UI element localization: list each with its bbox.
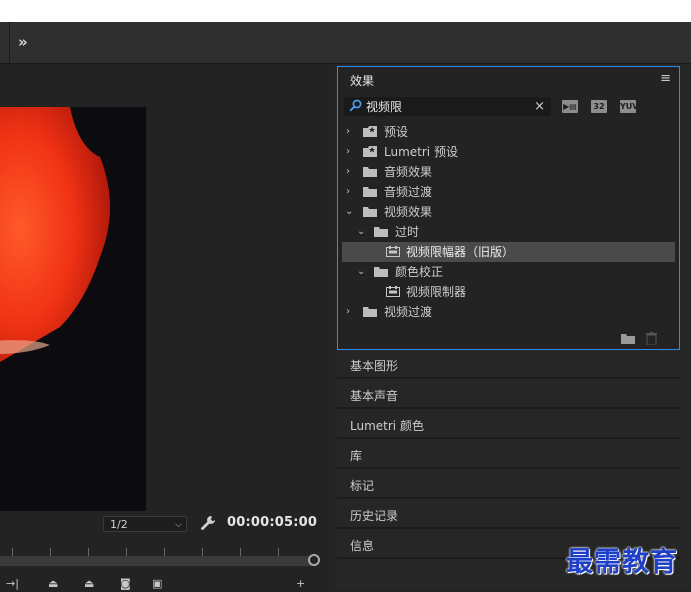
panel-tab-label: 历史记录 bbox=[350, 509, 399, 523]
ruler-track bbox=[0, 556, 312, 566]
duration-timecode: 00:00:05:00 bbox=[227, 515, 318, 530]
panel-tab-label: 基本图形 bbox=[350, 359, 399, 373]
playhead-end-handle[interactable] bbox=[308, 554, 320, 566]
watermark-logo: 最需教育 bbox=[566, 547, 678, 578]
chevron-right-icon[interactable]: › bbox=[346, 162, 350, 182]
clear-search-icon[interactable]: × bbox=[534, 98, 545, 115]
accelerated-effects-icon[interactable]: ▶▤ bbox=[562, 100, 578, 113]
effects-panel-title: 效果 bbox=[350, 74, 375, 88]
chevron-right-icon[interactable]: › bbox=[346, 182, 350, 202]
panel-tab-label: 库 bbox=[350, 449, 363, 463]
tree-item-audio-transitions[interactable]: › 音频过渡 bbox=[342, 182, 675, 202]
step-forward-icon[interactable]: →| bbox=[6, 578, 19, 590]
monitor-timeline-ruler[interactable] bbox=[0, 540, 320, 570]
new-bin-icon[interactable] bbox=[621, 333, 635, 344]
tree-item-video-limiter[interactable]: 视频限制器 bbox=[342, 282, 675, 302]
program-monitor: 1/2 ⌵ 00:00:05:00 →| ⏏ ⏏ ◙ ▣ + bbox=[0, 64, 333, 590]
panel-tab-lumetri-color[interactable]: Lumetri 颜色 bbox=[337, 411, 680, 439]
effects-panel: 效果 ≡ × ▶▤ 32 YUV › 预设 › Lumetri 预设 › 音频效… bbox=[337, 66, 680, 350]
folder-icon bbox=[363, 187, 377, 197]
playback-resolution-select[interactable]: 1/2 ⌵ bbox=[103, 516, 187, 532]
tree-item-presets[interactable]: › 预设 bbox=[342, 122, 675, 142]
effect-icon bbox=[386, 286, 400, 297]
panel-tab-essential-graphics[interactable]: 基本图形 bbox=[337, 351, 680, 379]
chevron-right-icon[interactable]: › bbox=[346, 142, 350, 162]
trash-icon[interactable] bbox=[646, 332, 657, 345]
tree-item-video-effects[interactable]: ⌄ 视频效果 bbox=[342, 202, 675, 222]
folder-icon bbox=[363, 307, 377, 317]
folder-icon bbox=[363, 167, 377, 177]
chevron-down-icon[interactable]: ⌄ bbox=[345, 202, 353, 222]
chevron-down-icon[interactable]: ⌄ bbox=[357, 222, 365, 242]
workspace-toolbar: » bbox=[0, 22, 691, 64]
tree-item-label: 视频限制器 bbox=[406, 285, 467, 299]
preset-folder-icon bbox=[363, 126, 377, 137]
tree-item-lumetri-presets[interactable]: › Lumetri 预设 bbox=[342, 142, 675, 162]
tree-item-label: 音频过渡 bbox=[384, 185, 433, 199]
effect-icon bbox=[386, 246, 400, 257]
tree-item-label: 视频过渡 bbox=[384, 305, 433, 319]
panel-tab-essential-sound[interactable]: 基本声音 bbox=[337, 381, 680, 409]
tree-item-label: 过时 bbox=[395, 225, 420, 239]
tree-item-label: 视频限幅器（旧版） bbox=[406, 245, 515, 259]
panel-tab-markers[interactable]: 标记 bbox=[337, 471, 680, 499]
lantern-image bbox=[0, 107, 110, 362]
tree-item-audio-effects[interactable]: › 音频效果 bbox=[342, 162, 675, 182]
chevron-right-icon[interactable]: › bbox=[346, 122, 350, 142]
tree-item-label: 音频效果 bbox=[384, 165, 433, 179]
preset-folder-icon bbox=[363, 146, 377, 157]
32bit-color-icon[interactable]: 32 bbox=[591, 100, 607, 113]
folder-icon bbox=[374, 267, 388, 277]
lift-icon[interactable]: ⏏ bbox=[48, 578, 58, 590]
panel-tab-label: 标记 bbox=[350, 479, 375, 493]
video-preview bbox=[0, 107, 146, 511]
tree-item-video-limiter-legacy[interactable]: 视频限幅器（旧版） bbox=[342, 242, 675, 262]
yuv-effects-icon[interactable]: YUV bbox=[620, 100, 638, 113]
resolution-value: 1/2 bbox=[110, 518, 128, 531]
compare-icon[interactable]: ▣ bbox=[152, 578, 162, 590]
effects-search-input[interactable] bbox=[366, 98, 526, 114]
tree-item-label: Lumetri 预设 bbox=[384, 145, 458, 159]
extract-icon[interactable]: ⏏ bbox=[84, 578, 94, 590]
wrench-icon[interactable] bbox=[200, 515, 216, 531]
camera-icon[interactable]: ◙ bbox=[120, 578, 131, 590]
panel-tab-libraries[interactable]: 库 bbox=[337, 441, 680, 469]
chevron-right-icon[interactable]: › bbox=[346, 302, 350, 322]
tree-item-label: 颜色校正 bbox=[395, 265, 444, 279]
panel-tab-history[interactable]: 历史记录 bbox=[337, 501, 680, 529]
search-icon bbox=[349, 99, 362, 112]
panel-tab-label: 基本声音 bbox=[350, 389, 399, 403]
tree-item-color-correction[interactable]: ⌄ 颜色校正 bbox=[342, 262, 675, 282]
more-workspaces-button[interactable]: » bbox=[18, 32, 42, 52]
folder-icon bbox=[363, 207, 377, 217]
add-button-icon[interactable]: + bbox=[296, 578, 305, 590]
folder-icon bbox=[374, 227, 388, 237]
panel-tab-label: Lumetri 颜色 bbox=[350, 419, 424, 433]
chevron-down-icon: ⌵ bbox=[175, 520, 182, 530]
top-bar bbox=[0, 0, 691, 22]
tree-item-obsolete[interactable]: ⌄ 过时 bbox=[342, 222, 675, 242]
toolbar-divider bbox=[9, 22, 10, 63]
tree-item-label: 预设 bbox=[384, 125, 409, 139]
tree-item-label: 视频效果 bbox=[384, 205, 433, 219]
panel-menu-icon[interactable]: ≡ bbox=[660, 71, 671, 86]
tree-item-video-transitions[interactable]: › 视频过渡 bbox=[342, 302, 675, 322]
chevron-down-icon[interactable]: ⌄ bbox=[357, 262, 365, 282]
effects-search-box: × bbox=[344, 97, 551, 116]
panel-tab-label: 信息 bbox=[350, 539, 375, 553]
effects-tree: › 预设 › Lumetri 预设 › 音频效果 › 音频过渡 ⌄ 视频效果 ⌄… bbox=[342, 122, 675, 322]
